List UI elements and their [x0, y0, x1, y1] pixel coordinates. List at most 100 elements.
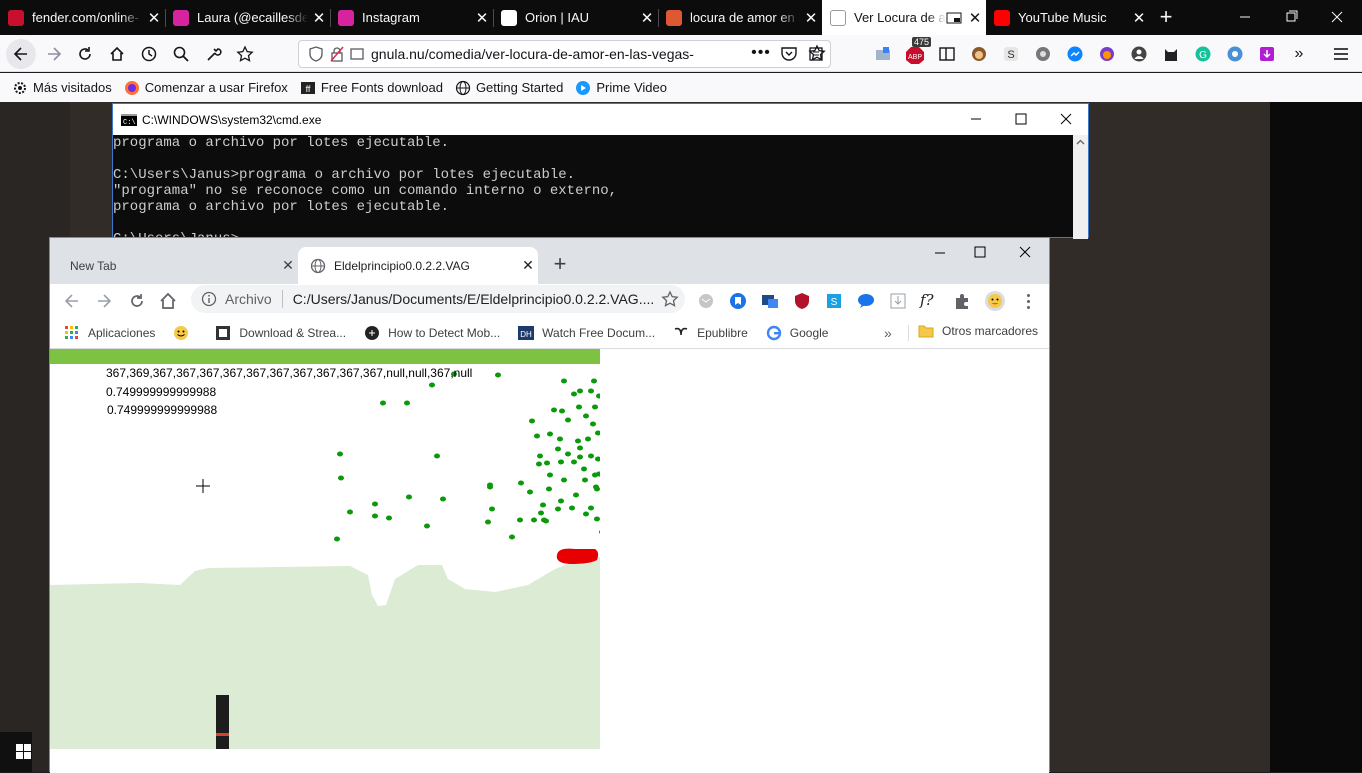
s-ext-icon[interactable]: S	[824, 291, 844, 311]
bookmarks-overflow-icon[interactable]: »	[884, 325, 898, 341]
bookmark-star-icon[interactable]	[655, 290, 685, 308]
forward-button[interactable]	[40, 40, 68, 68]
chrome-bookmark-item[interactable]: Download & Strea...	[215, 325, 346, 341]
bookmark-item[interactable]: Prime Video	[575, 80, 667, 96]
close-icon[interactable]: ✕	[143, 9, 165, 27]
screenshot-extension-icon[interactable]	[872, 43, 894, 65]
bookmark-item[interactable]: ff Free Fonts download	[300, 80, 443, 96]
game-canvas[interactable]: 367,369,367,367,367,367,367,367,367,367,…	[50, 349, 600, 749]
messenger-icon[interactable]	[1064, 43, 1086, 65]
history-icon[interactable]	[135, 40, 163, 68]
close-icon[interactable]: ✕	[636, 9, 658, 27]
fender-icon	[8, 9, 24, 26]
chrome-minimize-button[interactable]	[920, 238, 960, 268]
bookmark-item[interactable]: Comenzar a usar Firefox	[124, 80, 288, 96]
chrome-omnibox[interactable]: Archivo C:/Users/Janus/Documents/E/Eldel…	[191, 285, 685, 313]
gmail-ext-icon[interactable]	[696, 291, 716, 311]
close-icon[interactable]: ✕	[518, 257, 538, 274]
chrome-home-icon[interactable]	[158, 291, 178, 311]
close-icon[interactable]: ✕	[964, 9, 986, 27]
hamburger-menu-icon[interactable]	[1330, 43, 1352, 65]
close-icon[interactable]: ✕	[278, 257, 298, 274]
chrome-maximize-button[interactable]	[960, 238, 1000, 268]
reader-sidebar-icon[interactable]	[936, 43, 958, 65]
fox-extension-icon[interactable]	[1096, 43, 1118, 65]
monkey-extension-icon[interactable]	[968, 43, 990, 65]
game-particle	[555, 446, 561, 452]
firefox-tab[interactable]: Ver Locura de amor ✕	[822, 0, 986, 35]
pocket-download-icon[interactable]	[1256, 43, 1278, 65]
close-icon[interactable]: ✕	[308, 9, 330, 27]
home-icon[interactable]	[103, 40, 131, 68]
search-icon[interactable]	[167, 40, 195, 68]
bookmark-page-star-icon[interactable]	[808, 44, 828, 64]
firefox-tab[interactable]: Laura (@ecaillesdel ✕	[165, 0, 330, 35]
cmd-minimize-button[interactable]	[961, 104, 991, 135]
info-icon[interactable]	[201, 291, 217, 307]
download-ext-icon[interactable]	[888, 291, 908, 311]
game-particle	[538, 510, 544, 516]
other-bookmarks[interactable]: Otros marcadores	[918, 324, 1038, 338]
page-actions-icon[interactable]: •••	[748, 44, 774, 64]
chrome-new-tab-button[interactable]: +	[548, 252, 572, 276]
chrome-tab-active[interactable]: Eldelprincipio0.0.2.2.VAG ✕	[298, 247, 538, 284]
chat-ext-icon[interactable]	[856, 291, 876, 311]
chrome-bookmark-item[interactable]: How to Detect Mob...	[364, 325, 500, 341]
cat-extension-icon[interactable]	[1160, 43, 1182, 65]
fx-ext-icon[interactable]: f?	[920, 291, 940, 311]
chrome-bookmark-item[interactable]: Epublibre	[673, 325, 748, 341]
restore-button[interactable]	[1274, 0, 1308, 35]
firefox-tab[interactable]: fender.com/online- ✕	[0, 0, 165, 35]
tracking-shield-icon[interactable]	[305, 46, 327, 62]
ublock-ext-icon[interactable]	[792, 291, 812, 311]
chrome-tab[interactable]: New Tab ✕	[58, 247, 298, 284]
youtube-music-icon	[994, 9, 1010, 26]
chrome-forward-button[interactable]	[94, 291, 114, 311]
windows-start-button[interactable]	[0, 732, 32, 772]
overflow-chevron-icon[interactable]: »	[1288, 43, 1310, 65]
chrome-close-button[interactable]	[1005, 238, 1045, 268]
tools-icon[interactable]	[199, 40, 227, 68]
chrome-bookmark-item[interactable]: Google	[766, 325, 828, 341]
firefox-tab[interactable]: Orion | IAU ✕	[493, 0, 658, 35]
adblock-plus-icon[interactable]: ABP 475	[904, 37, 932, 65]
insecure-lock-icon[interactable]	[327, 46, 347, 62]
new-tab-button[interactable]: +	[1151, 3, 1181, 31]
chrome-menu-icon[interactable]	[1018, 291, 1038, 311]
cmd-scrollbar[interactable]	[1073, 135, 1088, 239]
bookmark-item[interactable]: Más visitados	[12, 80, 112, 96]
chrome-bookmark-item[interactable]: DH Watch Free Docum...	[518, 325, 655, 341]
grammarly-icon[interactable]: G	[1192, 43, 1214, 65]
site-permissions-icon[interactable]	[347, 46, 367, 62]
cmd-output[interactable]: programa o archivo por lotes ejecutable.…	[113, 135, 1073, 239]
firefox-tab[interactable]: locura de amor en l ✕	[658, 0, 822, 35]
picture-in-picture-icon[interactable]	[946, 10, 962, 26]
minimize-button[interactable]	[1228, 0, 1262, 35]
back-button[interactable]	[6, 39, 36, 69]
firefox-tab[interactable]: Instagram ✕	[330, 0, 493, 35]
bookmark-item[interactable]: Getting Started	[455, 80, 563, 96]
firefox-tab[interactable]: YouTube Music ✕	[986, 0, 1150, 35]
cmd-close-button[interactable]	[1051, 104, 1081, 135]
gear-extension-icon[interactable]	[1032, 43, 1054, 65]
profile-avatar[interactable]	[984, 290, 1006, 312]
close-icon[interactable]: ✕	[800, 9, 822, 27]
chrome-bookmark-item[interactable]: Aplicaciones	[64, 325, 155, 341]
pocket-icon[interactable]	[780, 44, 800, 64]
reload-button[interactable]	[71, 40, 99, 68]
account-icon[interactable]	[1128, 43, 1150, 65]
chrome-bookmark-item[interactable]	[173, 325, 197, 341]
globe-extension-icon[interactable]	[1224, 43, 1246, 65]
game-particle	[434, 453, 440, 459]
chrome-back-button[interactable]	[62, 291, 82, 311]
close-icon[interactable]: ✕	[1128, 9, 1150, 27]
s-extension-icon[interactable]: S	[1000, 43, 1022, 65]
close-icon[interactable]: ✕	[471, 9, 493, 27]
close-window-button[interactable]	[1320, 0, 1354, 35]
bookmark-star-icon[interactable]	[231, 40, 259, 68]
chrome-reload-button[interactable]	[127, 291, 147, 311]
cmd-maximize-button[interactable]	[1006, 104, 1036, 135]
bookmark-ext-icon[interactable]	[728, 291, 748, 311]
puzzle-extensions-icon[interactable]	[952, 291, 972, 311]
translate-ext-icon[interactable]	[760, 291, 780, 311]
